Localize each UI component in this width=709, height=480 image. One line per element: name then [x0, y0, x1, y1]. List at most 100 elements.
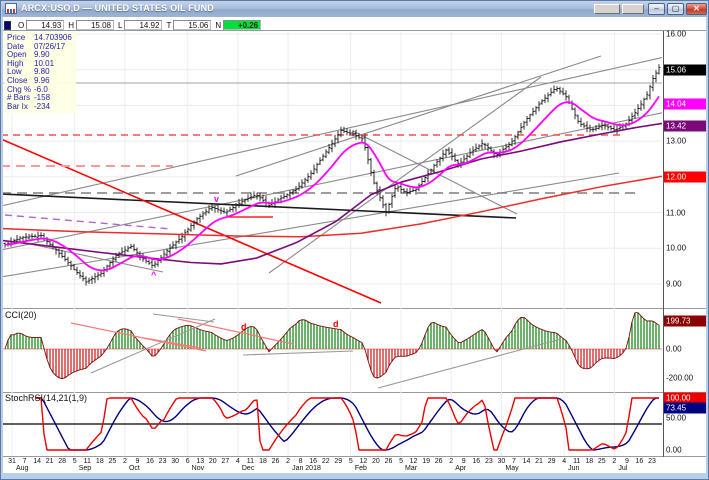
date-tick: 31 — [8, 458, 16, 465]
date-tick: 25 — [598, 458, 606, 465]
quote-field-label: H — [68, 21, 74, 30]
chart-client-area — [3, 17, 706, 473]
price-tick-label: 16.00 — [666, 30, 686, 39]
app-icon — [5, 3, 17, 14]
cci-value-box: 199.73 — [664, 316, 706, 327]
price-tick-label: 13.00 — [666, 137, 686, 146]
maximize-button[interactable]: ▢ — [667, 3, 684, 15]
date-tick: 29 — [548, 458, 556, 465]
price-level-box: 12.00 — [664, 172, 706, 183]
date-tick: 16 — [146, 458, 154, 465]
info-row: Bar Ix-234 — [7, 103, 73, 112]
date-tick: 7 — [23, 458, 27, 465]
quote-field-value: 15.06 — [173, 20, 211, 30]
date-tick: 16 — [472, 458, 480, 465]
cci-tick-label: 0.00 — [666, 345, 682, 354]
close-button[interactable]: ✕ — [686, 3, 707, 15]
quote-field-label: T — [166, 21, 171, 30]
month-label: Nov — [192, 465, 204, 472]
toolbar-button-1[interactable] — [594, 4, 620, 14]
date-tick: 19 — [422, 458, 430, 465]
month-label: Jan 2018 — [292, 465, 321, 472]
date-tick: 26 — [385, 458, 393, 465]
date-tick: 11 — [84, 458, 91, 465]
date-tick: 9 — [462, 458, 466, 465]
date-tick: 22 — [322, 458, 330, 465]
separator-xaxis — [3, 456, 706, 457]
quote-field-value: 15.08 — [76, 20, 114, 30]
price-tick-label: 11.00 — [666, 209, 685, 218]
title-bar[interactable]: ARCX:USO,D — UNITED STATES OIL FUND – ▢ … — [2, 1, 707, 17]
quote-field-value: +0.26 — [223, 20, 261, 30]
date-tick: 12 — [410, 458, 418, 465]
date-tick: 12 — [359, 458, 367, 465]
date-tick: 18 — [585, 458, 593, 465]
date-tick: 16 — [636, 458, 644, 465]
month-label: Feb — [355, 465, 367, 472]
symbol-color-chip — [4, 21, 11, 30]
date-tick: 11 — [573, 458, 580, 465]
month-label: Oct — [129, 465, 140, 472]
date-tick: 14 — [33, 458, 41, 465]
quote-field-label: L — [118, 21, 122, 30]
info-label: Bar Ix — [7, 103, 34, 112]
separator-quote — [3, 30, 706, 31]
date-tick: 2 — [449, 458, 453, 465]
date-tick: 23 — [648, 458, 656, 465]
date-tick: 5 — [73, 458, 77, 465]
panel-label-stochrsi: StochRSI(14,21(1,9) — [5, 393, 87, 403]
month-label: Mar — [405, 465, 417, 472]
quote-field-label: N — [215, 21, 221, 30]
date-tick: 4 — [562, 458, 566, 465]
date-tick: 23 — [485, 458, 493, 465]
price-level-box: 13.42 — [664, 121, 706, 132]
date-tick: 30 — [171, 458, 179, 465]
date-tick: 18 — [96, 458, 104, 465]
month-label: Sep — [79, 465, 91, 472]
date-tick: 18 — [259, 458, 267, 465]
separator-cci — [3, 308, 706, 309]
quote-field-label: O — [18, 21, 24, 30]
month-label: Jun — [568, 465, 579, 472]
date-tick: 4 — [236, 458, 240, 465]
app-window: ARCX:USO,D — UNITED STATES OIL FUND – ▢ … — [0, 0, 709, 480]
quote-field-value: 14.93 — [26, 20, 64, 30]
stoch-value-box: 73.45 — [664, 403, 706, 414]
date-tick: 26 — [435, 458, 443, 465]
date-tick: 7 — [512, 458, 516, 465]
date-tick: 30 — [498, 458, 506, 465]
price-level-box: 14.04 — [664, 99, 706, 110]
stoch-tick-label: 50.00 — [666, 414, 686, 423]
price-tick-label: 9.00 — [666, 280, 682, 289]
separator-stoch — [3, 392, 706, 393]
date-tick: 11 — [247, 458, 254, 465]
date-tick: 20 — [209, 458, 217, 465]
date-tick: 9 — [625, 458, 629, 465]
date-tick: 8 — [299, 458, 303, 465]
date-tick: 21 — [535, 458, 543, 465]
date-tick: 28 — [58, 458, 66, 465]
window-title: ARCX:USO,D — UNITED STATES OIL FUND — [21, 3, 214, 13]
date-tick: 2 — [123, 458, 127, 465]
toolbar-button-2[interactable] — [622, 4, 644, 14]
date-tick: 21 — [46, 458, 54, 465]
month-label: Jul — [618, 465, 627, 472]
date-tick: 20 — [372, 458, 380, 465]
date-tick: 5 — [349, 458, 353, 465]
info-value: -234 — [34, 102, 50, 111]
date-tick: 2 — [286, 458, 290, 465]
date-tick: 9 — [136, 458, 140, 465]
date-tick: 26 — [272, 458, 280, 465]
date-tick: 23 — [159, 458, 167, 465]
date-tick: 16 — [309, 458, 317, 465]
panel-label-cci: CCI(20) — [5, 310, 37, 320]
minimize-button[interactable]: – — [648, 3, 665, 15]
price-level-box: 15.06 — [664, 65, 706, 76]
month-label: May — [505, 465, 518, 472]
month-label: Dec — [242, 465, 254, 472]
date-tick: 27 — [221, 458, 229, 465]
cci-tick-label: -200.00 — [666, 374, 693, 383]
quote-field-value: 14.92 — [124, 20, 162, 30]
date-tick: 25 — [108, 458, 116, 465]
price-tick-label: 10.00 — [666, 244, 686, 253]
